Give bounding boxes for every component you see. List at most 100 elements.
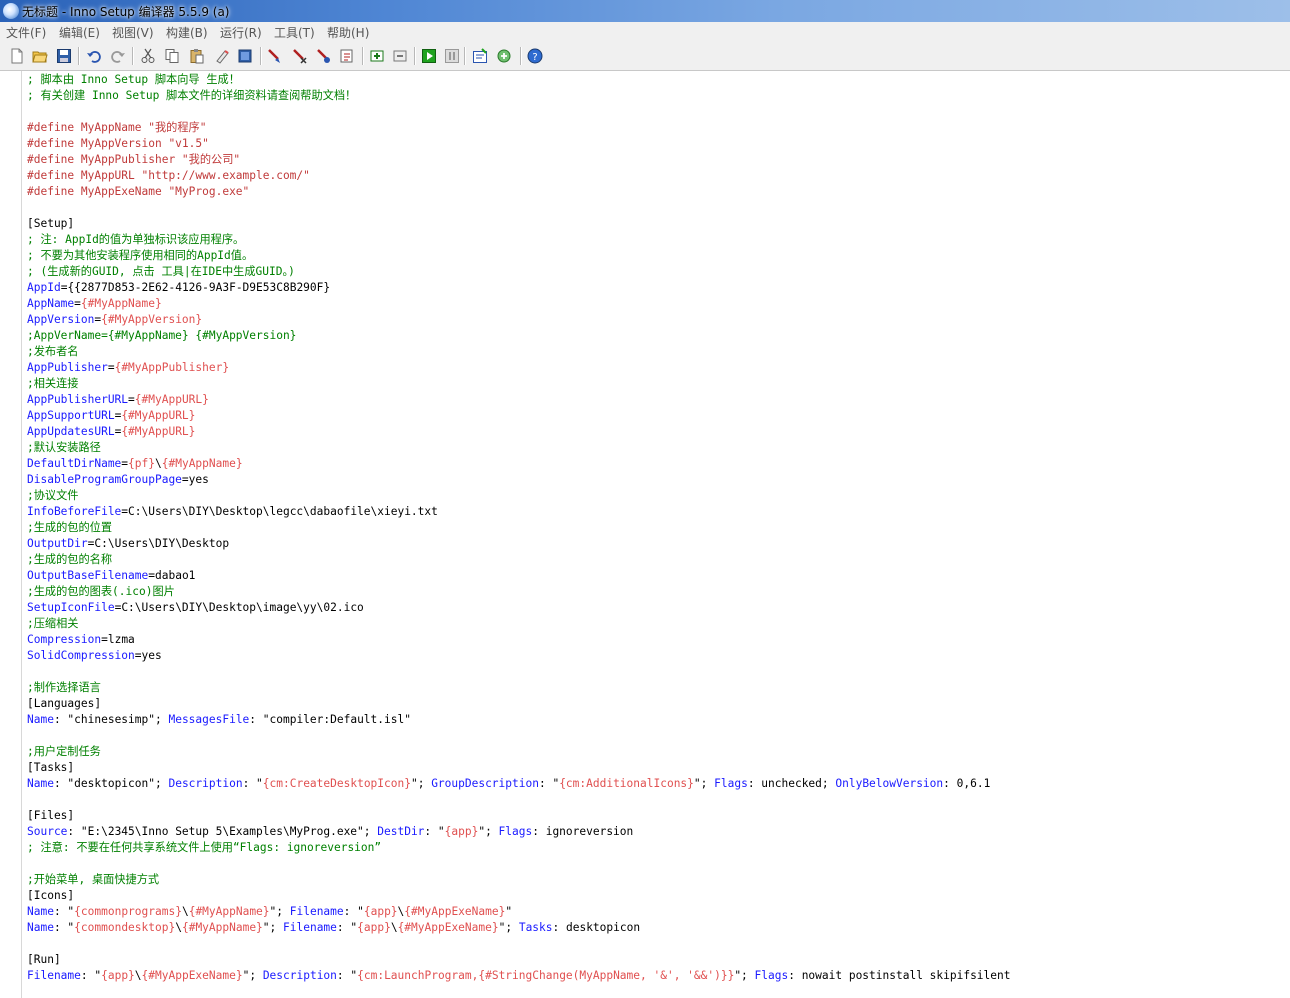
menu-tools[interactable]: 工具(T): [274, 24, 315, 41]
code-line[interactable]: AppUpdatesURL={#MyAppURL}: [27, 424, 195, 440]
save-button[interactable]: [56, 48, 72, 64]
code-line[interactable]: [27, 664, 34, 680]
code-line[interactable]: [27, 728, 34, 744]
constant: {#MyAppName}: [188, 905, 270, 918]
code-line[interactable]: ;压缩相关: [27, 616, 79, 632]
code-line[interactable]: Name: "desktopicon"; Description: "{cm:C…: [27, 776, 990, 792]
code-line[interactable]: [Run]: [27, 952, 61, 968]
code-line[interactable]: AppPublisherURL={#MyAppURL}: [27, 392, 209, 408]
code-line[interactable]: ;AppVerName={#MyAppName} {#MyAppVersion}: [27, 328, 296, 344]
code-line[interactable]: ; 有关创建 Inno Setup 脚本文件的详细资料请查阅帮助文档！: [27, 88, 356, 104]
code-line[interactable]: SolidCompression=yes: [27, 648, 162, 664]
toolbar-separator: [414, 47, 416, 65]
code-line[interactable]: Source: "E:\2345\Inno Setup 5\Examples\M…: [27, 824, 633, 840]
code-line[interactable]: Name: "{commondesktop}\{#MyAppName}"; Fi…: [27, 920, 640, 936]
run-button[interactable]: [421, 48, 437, 64]
code-line[interactable]: DisableProgramGroupPage=yes: [27, 472, 209, 488]
target-setup-button[interactable]: [369, 48, 385, 64]
code-line[interactable]: ;相关连接: [27, 376, 79, 392]
code-line[interactable]: [27, 936, 34, 952]
code-line[interactable]: DefaultDirName={pf}\{#MyAppName}: [27, 456, 243, 472]
code-line[interactable]: [27, 200, 34, 216]
code-line[interactable]: #define MyAppName "我的程序": [27, 120, 206, 136]
iss-tools-button[interactable]: [496, 48, 512, 64]
code-line[interactable]: ;生成的包的图表(.ico)图片: [27, 584, 175, 600]
code-line[interactable]: #define MyAppPublisher "我的公司": [27, 152, 240, 168]
parameter-text: : "compiler:Default.isl": [249, 713, 411, 726]
step-into-button[interactable]: [339, 48, 355, 64]
code-line[interactable]: ;生成的包的名称: [27, 552, 112, 568]
code-line[interactable]: ;用户定制任务: [27, 744, 101, 760]
open-folder-button[interactable]: [32, 48, 48, 64]
code-line[interactable]: #define MyAppURL "http://www.example.com…: [27, 168, 310, 184]
code-line[interactable]: #define MyAppVersion "v1.5": [27, 136, 209, 152]
code-line[interactable]: [Icons]: [27, 888, 74, 904]
directive-value: C:\Users\DIY\Desktop\image\yy\02.ico: [121, 601, 364, 614]
code-line[interactable]: InfoBeforeFile=C:\Users\DIY\Desktop\legc…: [27, 504, 438, 520]
inno-setup-app-icon[interactable]: [3, 3, 19, 19]
cut-button[interactable]: [140, 48, 156, 64]
menu-view[interactable]: 视图(V): [112, 24, 154, 41]
code-line[interactable]: ;生成的包的位置: [27, 520, 112, 536]
constant: {cm:CreateDesktopIcon}: [262, 777, 411, 790]
pause-button[interactable]: [444, 48, 460, 64]
code-line[interactable]: ; 不要为其他安装程序使用相同的AppId值。: [27, 248, 253, 264]
parameter-text: ";: [262, 921, 284, 934]
constant: {app}: [444, 825, 479, 838]
code-line[interactable]: OutputDir=C:\Users\DIY\Desktop: [27, 536, 229, 552]
code-line[interactable]: [Files]: [27, 808, 74, 824]
code-line[interactable]: Compression=lzma: [27, 632, 135, 648]
clear-button[interactable]: [214, 48, 230, 64]
parameter-text: : unchecked;: [747, 777, 836, 790]
code-line[interactable]: ; 注意: 不要在任何共享系统文件上使用“Flags: ignoreversio…: [27, 840, 381, 856]
redo-button[interactable]: [110, 48, 126, 64]
code-line[interactable]: SetupIconFile=C:\Users\DIY\Desktop\image…: [27, 600, 364, 616]
run-icon: [422, 49, 436, 63]
code-line[interactable]: [27, 104, 34, 120]
menu-build[interactable]: 构建(B): [166, 24, 208, 41]
stop-compile-button[interactable]: [291, 48, 307, 64]
paste-button[interactable]: [189, 48, 205, 64]
code-line[interactable]: ;发布者名: [27, 344, 79, 360]
compile-button[interactable]: [266, 48, 282, 64]
code-line[interactable]: AppName={#MyAppName}: [27, 296, 162, 312]
code-line[interactable]: Name: "chinesesimp"; MessagesFile: "comp…: [27, 712, 411, 728]
code-line[interactable]: ; (生成新的GUID, 点击 工具|在IDE中生成GUID。): [27, 264, 295, 280]
code-line[interactable]: ;协议文件: [27, 488, 79, 504]
code-line[interactable]: Name: "{commonprograms}\{#MyAppName}"; F…: [27, 904, 512, 920]
code-line[interactable]: ; 脚本由 Inno Setup 脚本向导 生成！: [27, 72, 240, 88]
code-line[interactable]: Filename: "{app}\{#MyAppExeName}"; Descr…: [27, 968, 1011, 984]
code-line[interactable]: AppPublisher={#MyAppPublisher}: [27, 360, 229, 376]
select-all-button[interactable]: [237, 48, 253, 64]
code-line[interactable]: [Tasks]: [27, 760, 74, 776]
menu-run[interactable]: 运行(R): [220, 24, 262, 41]
target-uninstall-button[interactable]: [392, 48, 408, 64]
undo-button[interactable]: [86, 48, 102, 64]
menu-edit[interactable]: 编辑(E): [59, 24, 100, 41]
menu-help[interactable]: 帮助(H): [327, 24, 369, 41]
code-line[interactable]: #define MyAppExeName "MyProg.exe": [27, 184, 249, 200]
help-button[interactable]: ?: [527, 48, 543, 64]
code-line[interactable]: [Languages]: [27, 696, 101, 712]
code-line[interactable]: OutputBaseFilename=dabao1: [27, 568, 195, 584]
code-line[interactable]: AppId={{2877D853-2E62-4126-9A3F-D9E53C8B…: [27, 280, 330, 296]
code-line[interactable]: AppVersion={#MyAppVersion}: [27, 312, 202, 328]
copy-button[interactable]: [164, 48, 180, 64]
directive-key: Compression: [27, 633, 102, 646]
code-line[interactable]: AppSupportURL={#MyAppURL}: [27, 408, 195, 424]
directive-key: SolidCompression: [27, 649, 135, 662]
code-line[interactable]: [27, 856, 34, 872]
code-line[interactable]: [Setup]: [27, 216, 74, 232]
toggle-breakpoint-button[interactable]: [315, 48, 331, 64]
code-line[interactable]: ;开始菜单, 桌面快捷方式: [27, 872, 159, 888]
code-line[interactable]: ;默认安装路径: [27, 440, 101, 456]
code-line[interactable]: ;制作选择语言: [27, 680, 101, 696]
wizard-button[interactable]: [472, 48, 488, 64]
wizard-icon: [473, 48, 487, 63]
code-editor[interactable]: ; 脚本由 Inno Setup 脚本向导 生成！ ; 有关创建 Inno Set…: [27, 72, 1285, 998]
menu-file[interactable]: 文件(F): [6, 24, 46, 41]
new-file-button[interactable]: [9, 48, 25, 64]
directive-key: OutputDir: [27, 537, 88, 550]
code-line[interactable]: [27, 792, 34, 808]
code-line[interactable]: ; 注: AppId的值为单独标识该应用程序。: [27, 232, 244, 248]
